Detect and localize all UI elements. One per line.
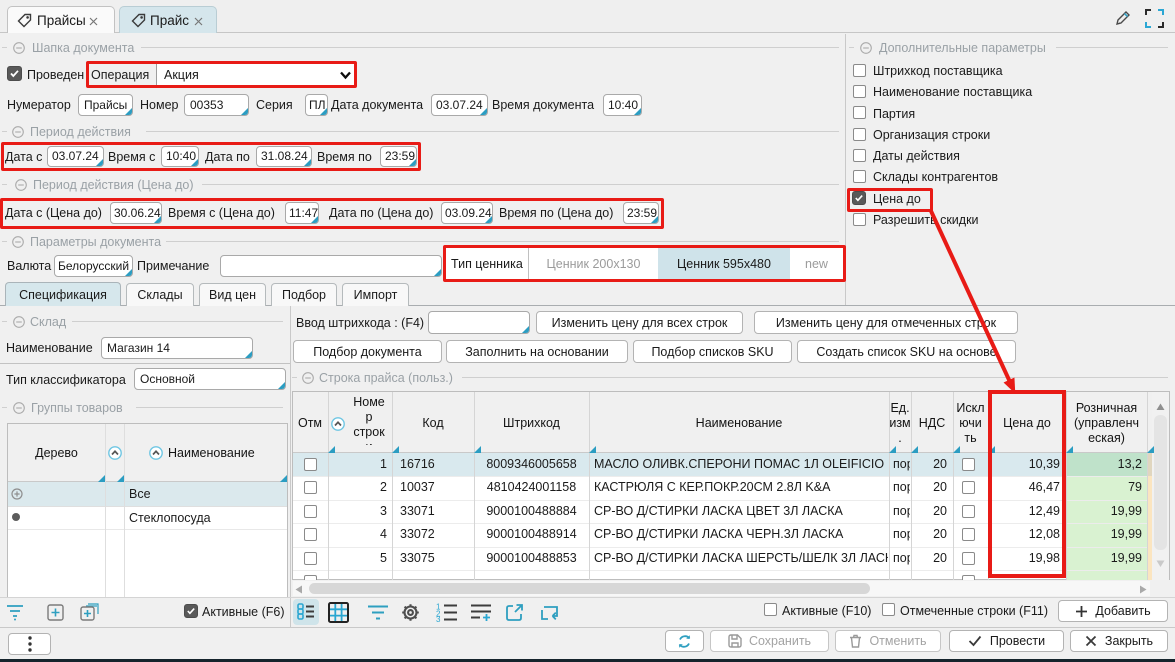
svg-text:3: 3 xyxy=(436,615,441,622)
